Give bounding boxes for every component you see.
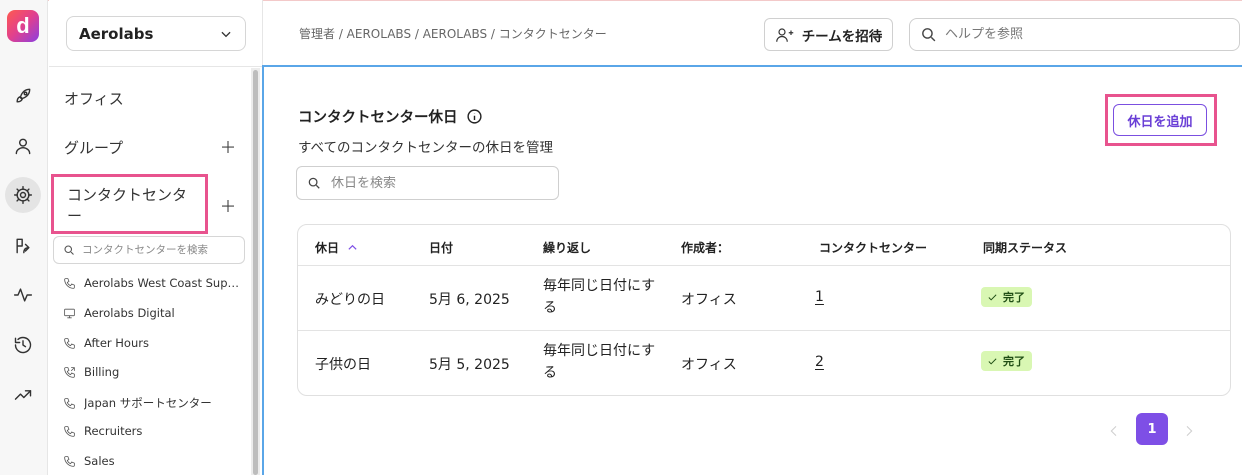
gear-icon[interactable] (5, 177, 41, 213)
contact-center-count-link[interactable]: 1 (815, 289, 824, 305)
holidays-panel: コンタクトセンター休日 すべてのコンタクトセンターの休日を管理 休日を追加 休日… (262, 65, 1242, 475)
sort-ascending-icon[interactable] (347, 242, 358, 253)
scrollbar-thumb[interactable] (253, 70, 258, 475)
check-icon (988, 357, 997, 364)
routing-icon[interactable] (5, 228, 41, 264)
add-group-icon[interactable] (219, 138, 237, 156)
contact-center-search[interactable] (53, 236, 245, 264)
user-icon[interactable] (5, 128, 41, 164)
sidebar-item-contact-center[interactable]: コンタクトセンター (51, 174, 208, 234)
sidebar-item-office[interactable]: オフィス (64, 88, 124, 109)
invite-team-button[interactable]: チームを招待 (764, 18, 893, 51)
trending-icon[interactable] (5, 377, 41, 413)
app-logo[interactable]: d (7, 10, 39, 42)
contact-center-item[interactable]: After Hours (63, 336, 149, 350)
column-header-repeat[interactable]: 繰り返し (543, 239, 591, 256)
contact-center-item[interactable]: Billing (63, 365, 119, 379)
sidebar: Aerolabs オフィス グループ コンタクトセンター Aerolabs We… (49, 0, 263, 475)
phone-icon (64, 277, 75, 289)
phone-icon (64, 337, 75, 349)
check-icon (988, 293, 997, 300)
divider (49, 66, 263, 67)
contact-center-item[interactable]: Aerolabs Digital (63, 306, 175, 320)
phone-icon (64, 425, 75, 437)
sidebar-item-groups[interactable]: グループ (64, 137, 123, 158)
section-title-row: コンタクトセンター休日 (298, 106, 483, 127)
help-search[interactable] (909, 18, 1240, 51)
holiday-creator: オフィス (681, 292, 737, 308)
holiday-name: みどりの日 (315, 292, 385, 308)
status-badge: 完了 (981, 351, 1032, 371)
holiday-date: 5月 6, 2025 (429, 292, 510, 308)
search-icon (64, 245, 74, 255)
holiday-name: 子供の日 (315, 357, 371, 373)
holiday-repeat: 毎年同じ日付にする (543, 278, 656, 316)
monitor-icon (64, 308, 75, 318)
rocket-icon[interactable] (5, 78, 41, 114)
holiday-search[interactable] (296, 166, 559, 200)
column-header-date[interactable]: 日付 (429, 239, 453, 256)
add-holiday-highlight: 休日を追加 (1105, 94, 1217, 146)
history-icon[interactable] (5, 327, 41, 363)
page-button-current[interactable]: 1 (1136, 413, 1168, 445)
breadcrumb: 管理者 / AEROLABS / AEROLABS / コンタクトセンター (299, 27, 607, 41)
holiday-creator: オフィス (681, 357, 737, 373)
column-header-creator[interactable]: 作成者： (681, 239, 729, 256)
help-search-input[interactable] (945, 27, 1225, 42)
divider (298, 330, 1230, 331)
sidebar-scrollbar[interactable] (251, 68, 260, 475)
org-select[interactable]: Aerolabs (66, 16, 246, 51)
chevron-right-icon (1186, 425, 1193, 437)
contact-center-count-link[interactable]: 2 (815, 354, 824, 370)
column-header-sync-status[interactable]: 同期ステータス (983, 239, 1067, 256)
phone-transfer-icon (64, 366, 75, 378)
contact-center-item[interactable]: Sales (63, 454, 115, 468)
next-page-button[interactable] (1181, 423, 1197, 439)
add-user-icon (775, 27, 793, 42)
sidebar-item-label: コンタクトセンター (67, 186, 188, 225)
chevron-down-icon (221, 31, 231, 37)
page-subtitle: すべてのコンタクトセンターの休日を管理 (298, 140, 554, 156)
chevron-left-icon (1110, 425, 1117, 437)
icon-rail: d (0, 0, 48, 475)
phone-icon (64, 455, 75, 467)
holiday-date: 5月 5, 2025 (429, 357, 510, 373)
search-icon (922, 28, 936, 42)
search-icon (308, 177, 320, 189)
holidays-table: 休日 日付 繰り返し 作成者： コンタクトセンター 同期ステータス みどりの日 … (297, 224, 1231, 396)
activity-icon[interactable] (5, 277, 41, 313)
contact-center-item[interactable]: Aerolabs West Coast Support (63, 276, 246, 290)
page-title: コンタクトセンター休日 (298, 110, 458, 126)
contact-center-search-input[interactable] (82, 244, 232, 256)
invite-team-label: チームを招待 (801, 28, 883, 45)
status-badge: 完了 (981, 287, 1032, 307)
phone-icon (64, 397, 75, 409)
contact-center-item[interactable]: Japan サポートセンター (63, 395, 212, 411)
holiday-search-input[interactable] (331, 175, 551, 191)
column-header-contact-center[interactable]: コンタクトセンター (819, 239, 927, 256)
contact-center-item[interactable]: Recruiters (63, 424, 142, 438)
previous-page-button[interactable] (1106, 423, 1122, 439)
org-name: Aerolabs (79, 24, 154, 43)
add-holiday-button[interactable]: 休日を追加 (1113, 104, 1207, 136)
holiday-repeat: 毎年同じ日付にする (543, 343, 656, 381)
info-icon[interactable] (466, 108, 483, 125)
add-contact-center-icon[interactable] (219, 197, 237, 215)
divider (298, 265, 1230, 266)
column-header-holiday[interactable]: 休日 (315, 239, 358, 256)
